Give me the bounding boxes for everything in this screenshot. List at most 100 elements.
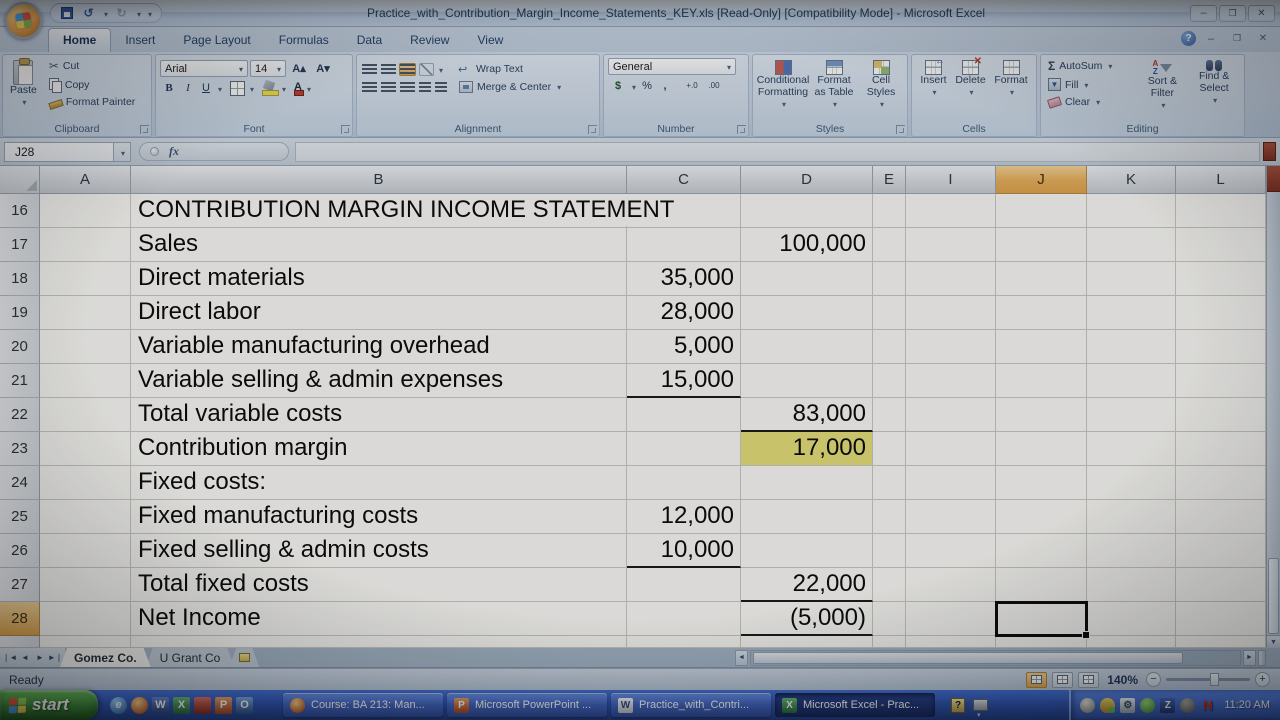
cell[interactable]: [40, 636, 131, 648]
cell[interactable]: [40, 262, 131, 296]
cell[interactable]: [1087, 636, 1176, 648]
help-icon[interactable]: ?: [1181, 31, 1196, 46]
task-powerpoint[interactable]: P Microsoft PowerPoint ...: [447, 693, 607, 717]
help-toolbar-icon[interactable]: ?: [951, 698, 965, 713]
network-globe-icon[interactable]: [1080, 698, 1095, 713]
cell[interactable]: [1087, 398, 1176, 432]
number-dialog-launcher-icon[interactable]: [737, 125, 746, 134]
cell[interactable]: [906, 466, 996, 500]
cell[interactable]: [1176, 398, 1266, 432]
cell[interactable]: [627, 432, 741, 466]
cell[interactable]: [906, 636, 996, 648]
cell[interactable]: [873, 500, 906, 534]
prev-sheet-icon[interactable]: ◄: [18, 651, 32, 665]
first-sheet-icon[interactable]: ❘◄: [3, 651, 17, 665]
cell[interactable]: [873, 296, 906, 330]
cell[interactable]: [873, 568, 906, 602]
cut-button[interactable]: Cut: [46, 58, 138, 74]
increase-indent-button[interactable]: [434, 81, 448, 94]
row-header[interactable]: 16: [0, 194, 40, 228]
zonealarm-icon[interactable]: Z: [1160, 698, 1175, 713]
insert-cells-button[interactable]: Insert: [917, 58, 949, 121]
column-header-d[interactable]: D: [741, 166, 873, 194]
autosum-button[interactable]: AutoSum: [1045, 58, 1137, 74]
row-header[interactable]: 20: [0, 330, 40, 364]
zoom-slider-thumb[interactable]: [1210, 673, 1219, 686]
cell-label[interactable]: Direct materials: [131, 262, 627, 296]
row-header[interactable]: 17: [0, 228, 40, 262]
cell[interactable]: [873, 636, 906, 648]
key-icon[interactable]: [194, 697, 211, 714]
select-all-corner[interactable]: [0, 166, 40, 194]
netsupport-icon[interactable]: N: [1200, 698, 1215, 713]
percent-style-button[interactable]: %: [638, 78, 656, 94]
row-header[interactable]: [0, 636, 40, 648]
cell[interactable]: [906, 568, 996, 602]
cell[interactable]: [1087, 296, 1176, 330]
fill-button[interactable]: Fill: [1045, 77, 1137, 92]
cell-value[interactable]: 100,000: [741, 228, 873, 262]
cell[interactable]: [1176, 194, 1266, 228]
copy-button[interactable]: Copy: [46, 77, 138, 92]
cell[interactable]: [627, 466, 741, 500]
tab-data[interactable]: Data: [343, 29, 396, 52]
cell[interactable]: [996, 568, 1087, 602]
cell[interactable]: [40, 364, 131, 398]
cell-value[interactable]: 22,000: [741, 568, 873, 602]
cell[interactable]: [627, 636, 741, 648]
cell[interactable]: [1087, 500, 1176, 534]
fill-color-button[interactable]: [261, 80, 278, 97]
cell[interactable]: [40, 500, 131, 534]
sort-filter-button[interactable]: AZ Sort & Filter: [1137, 58, 1189, 121]
cell-value[interactable]: (5,000): [741, 602, 873, 636]
tab-home[interactable]: Home: [48, 28, 111, 52]
cell[interactable]: [40, 534, 131, 568]
cell[interactable]: [1087, 568, 1176, 602]
cell-label[interactable]: Total variable costs: [131, 398, 627, 432]
cell[interactable]: [906, 500, 996, 534]
cell[interactable]: [996, 500, 1087, 534]
tab-review[interactable]: Review: [396, 29, 463, 52]
name-box[interactable]: J28: [4, 142, 114, 162]
cell-value[interactable]: 83,000: [741, 398, 873, 432]
close-button[interactable]: [1248, 5, 1275, 22]
cell-value[interactable]: 28,000: [627, 296, 741, 330]
cell[interactable]: [996, 262, 1087, 296]
cell[interactable]: [40, 466, 131, 500]
cell-label[interactable]: Contribution margin: [131, 432, 627, 466]
cell[interactable]: [40, 398, 131, 432]
cell[interactable]: [996, 432, 1087, 466]
cell[interactable]: [996, 534, 1087, 568]
cell[interactable]: [906, 296, 996, 330]
cell[interactable]: [1087, 432, 1176, 466]
cell-value[interactable]: 5,000: [627, 330, 741, 364]
cell[interactable]: [873, 466, 906, 500]
cell[interactable]: [873, 398, 906, 432]
row-header[interactable]: 27: [0, 568, 40, 602]
font-family-select[interactable]: Arial: [160, 60, 248, 77]
antivirus-icon[interactable]: [1140, 698, 1155, 713]
cell[interactable]: [40, 296, 131, 330]
cell[interactable]: [741, 636, 873, 648]
scroll-left-icon[interactable]: ◄: [735, 650, 748, 666]
task-firefox-course[interactable]: Course: BA 213: Man...: [283, 693, 443, 717]
cell[interactable]: [906, 194, 996, 228]
scroll-right-icon[interactable]: ►: [1243, 650, 1256, 666]
cell[interactable]: [1176, 330, 1266, 364]
cell[interactable]: [741, 330, 873, 364]
cell-value[interactable]: 15,000: [627, 364, 741, 398]
tools-icon[interactable]: ⚙: [1120, 698, 1135, 713]
clock[interactable]: 11:20 AM: [1224, 699, 1270, 711]
bold-button[interactable]: B: [160, 80, 178, 97]
cell[interactable]: [1087, 262, 1176, 296]
delete-cells-button[interactable]: Delete: [952, 58, 988, 121]
save-button[interactable]: [58, 6, 75, 21]
cell-label[interactable]: Variable manufacturing overhead: [131, 330, 627, 364]
cell[interactable]: [1176, 500, 1266, 534]
zoom-in-button[interactable]: +: [1255, 672, 1270, 687]
cell[interactable]: [741, 296, 873, 330]
cell[interactable]: [996, 398, 1087, 432]
cell[interactable]: [741, 364, 873, 398]
cell[interactable]: [873, 364, 906, 398]
cell[interactable]: [1087, 364, 1176, 398]
